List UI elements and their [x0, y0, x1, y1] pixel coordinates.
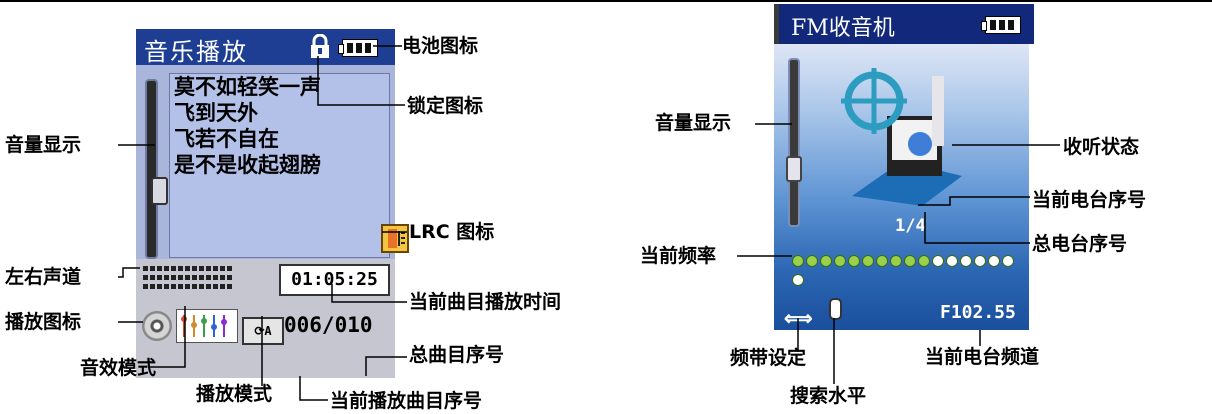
leader-lines — [118, 45, 1060, 401]
